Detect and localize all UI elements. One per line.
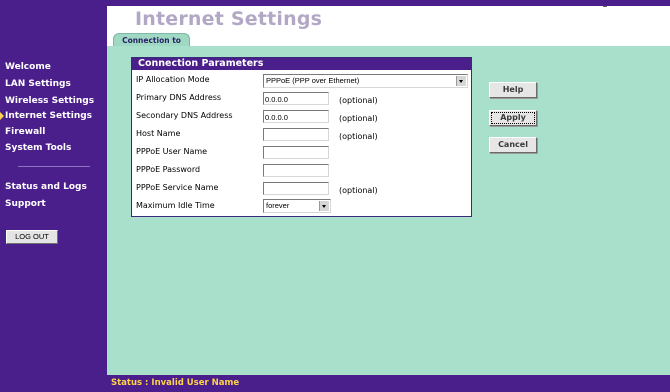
primary-dns-field[interactable]: 0.0.0.0 xyxy=(263,92,329,105)
host-name-field[interactable] xyxy=(263,128,329,141)
primary-dns-label: Primary DNS Address xyxy=(136,93,222,102)
sidebar-divider xyxy=(18,166,90,167)
tab-connection-to-isp[interactable]: Connection to ISP xyxy=(113,33,190,58)
pppoe-user-name-label: PPPoE User Name xyxy=(136,147,208,156)
primary-dns-optional-note: (optional) xyxy=(339,96,378,105)
ip-allocation-mode-value: PPPoE (PPP over Ethernet) xyxy=(266,76,360,85)
sidebar-item-status-and-logs[interactable]: Status and Logs xyxy=(5,182,87,192)
maximum-idle-time-select[interactable]: forever xyxy=(263,199,331,213)
cancel-button[interactable]: Cancel xyxy=(489,137,537,153)
sidebar-item-internet-settings[interactable]: Internet Settings xyxy=(0,111,92,121)
sidebar-item-firewall[interactable]: Firewall xyxy=(5,127,45,137)
ip-allocation-mode-select[interactable]: PPPoE (PPP over Ethernet) xyxy=(263,74,468,88)
help-button[interactable]: Help xyxy=(489,82,537,98)
sidebar-item-welcome[interactable]: Welcome xyxy=(5,62,51,72)
secondary-dns-field[interactable]: 0.0.0.0 xyxy=(263,110,329,123)
chevron-down-icon xyxy=(319,201,329,211)
status-message: Status : Invalid User Name xyxy=(111,378,240,388)
pppoe-service-name-field[interactable] xyxy=(263,182,329,195)
pppoe-password-label: PPPoE Password xyxy=(136,165,201,174)
sidebar-item-wireless-settings[interactable]: Wireless Settings xyxy=(5,96,94,106)
top-bar xyxy=(107,0,670,6)
host-name-optional-note: (optional) xyxy=(339,132,378,141)
logout-button[interactable]: LOG OUT xyxy=(6,230,58,244)
sidebar-item-lan-settings[interactable]: LAN Settings xyxy=(5,79,71,89)
maximum-idle-time-label: Maximum Idle Time xyxy=(136,201,215,210)
host-name-label: Host Name xyxy=(136,129,181,138)
apply-button[interactable]: Apply xyxy=(489,110,537,126)
pppoe-user-name-field[interactable] xyxy=(263,146,329,159)
sidebar-item-system-tools[interactable]: System Tools xyxy=(5,143,71,153)
top-dash-mark xyxy=(603,6,607,7)
ip-allocation-mode-label: IP Allocation Mode xyxy=(136,75,210,84)
page-title: Internet Settings xyxy=(135,8,323,30)
secondary-dns-optional-note: (optional) xyxy=(339,114,378,123)
status-bar: Status : Invalid User Name xyxy=(107,375,670,392)
pppoe-password-field[interactable] xyxy=(263,164,329,177)
pppoe-service-name-label: PPPoE Service Name xyxy=(136,183,219,192)
chevron-down-icon xyxy=(456,76,466,86)
connection-parameters-panel: Connection Parameters IP Allocation Mode… xyxy=(131,57,472,217)
sidebar-item-support[interactable]: Support xyxy=(5,199,46,209)
secondary-dns-label: Secondary DNS Address xyxy=(136,111,233,120)
sidebar: Welcome LAN Settings Wireless Settings I… xyxy=(0,0,107,392)
maximum-idle-time-value: forever xyxy=(266,201,290,210)
panel-header: Connection Parameters xyxy=(132,58,471,70)
pppoe-service-optional-note: (optional) xyxy=(339,186,378,195)
